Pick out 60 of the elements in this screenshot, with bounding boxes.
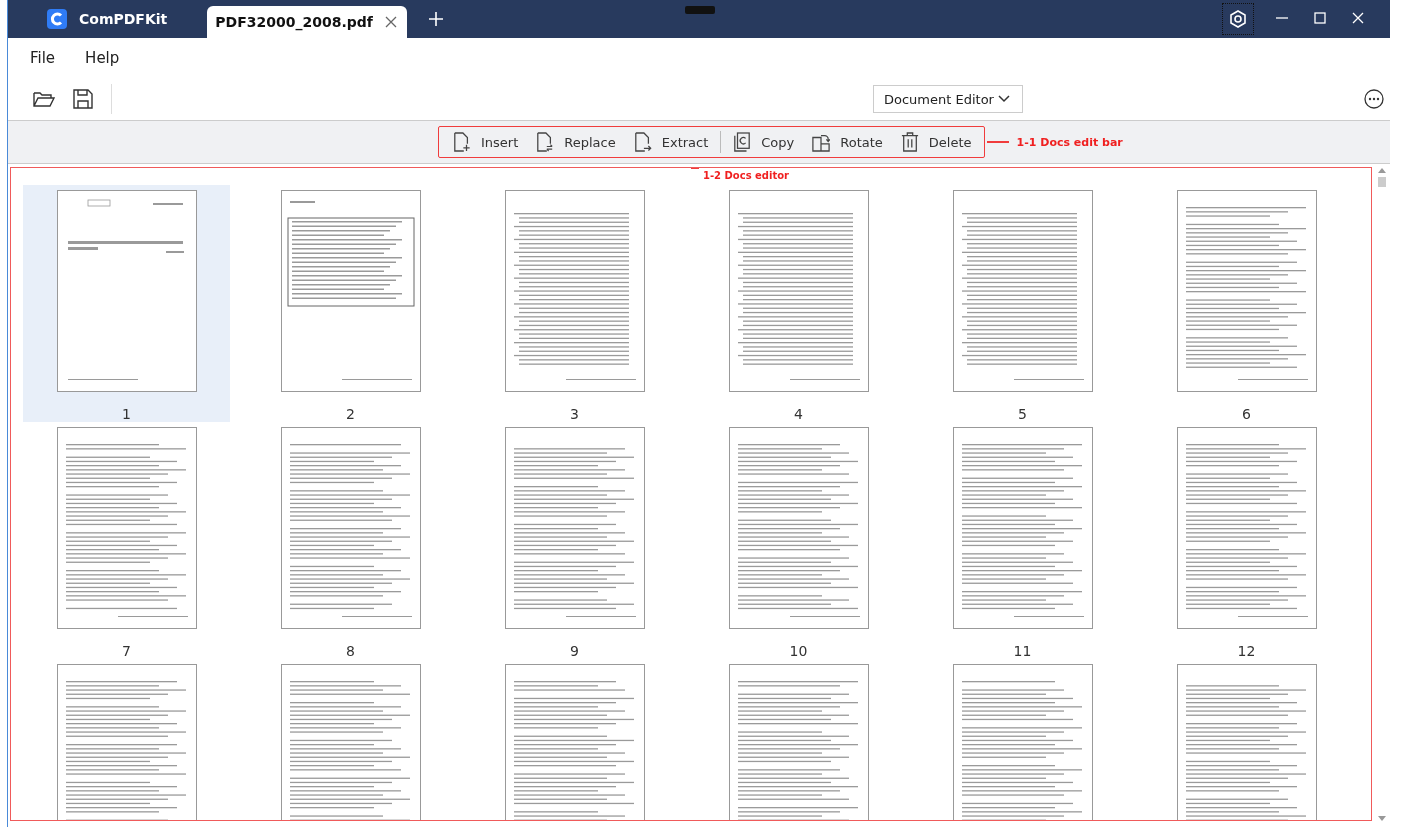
- page-number: 2: [346, 406, 355, 422]
- app-tab[interactable]: ComPDFKit: [8, 0, 208, 38]
- trash-icon: [900, 132, 919, 152]
- page-number: 7: [122, 643, 131, 659]
- copy-icon: [733, 132, 752, 152]
- page-number: 3: [570, 406, 579, 422]
- open-folder-icon[interactable]: [33, 90, 55, 108]
- page-item[interactable]: 12: [1143, 422, 1350, 659]
- page-number: 4: [794, 406, 803, 422]
- chevron-icon: [998, 95, 1010, 103]
- page-item[interactable]: 2: [247, 185, 454, 422]
- page-item[interactable]: 4: [695, 185, 902, 422]
- add-tab-icon[interactable]: [429, 12, 444, 26]
- more-icon[interactable]: [1364, 89, 1384, 109]
- page-item[interactable]: 1: [23, 185, 230, 422]
- scroll-down-icon[interactable]: [1378, 816, 1386, 821]
- menu-item[interactable]: Help: [85, 47, 120, 69]
- page-number: 5: [1018, 406, 1027, 422]
- settings-button[interactable]: [1222, 3, 1254, 35]
- page-number: 8: [346, 643, 355, 659]
- page-item[interactable]: 10: [695, 422, 902, 659]
- page-item[interactable]: 8: [247, 422, 454, 659]
- maximize-icon[interactable]: [1314, 12, 1326, 24]
- mode-dropdown[interactable]: Document Editor: [873, 85, 1023, 113]
- page-item[interactable]: 9: [471, 422, 678, 659]
- page-item[interactable]: 3: [471, 185, 678, 422]
- page-arrow-icon: [633, 132, 652, 152]
- drag-handle[interactable]: [685, 6, 715, 14]
- close-icon[interactable]: [385, 16, 398, 28]
- rotate-icon: [812, 132, 831, 152]
- page-item[interactable]: 5: [919, 185, 1126, 422]
- rotate-button[interactable]: Rotate: [806, 129, 889, 155]
- page-swap-icon: [536, 132, 555, 152]
- scroll-up-icon[interactable]: [1378, 168, 1386, 173]
- page-item[interactable]: 11: [919, 422, 1126, 659]
- page-number: 11: [1013, 643, 1032, 659]
- annotation-label: 1-1 Docs edit bar: [1016, 135, 1123, 149]
- scroll-thumb[interactable]: [1378, 177, 1386, 187]
- page-number: 6: [1242, 406, 1251, 422]
- app-name: ComPDFKit: [79, 11, 168, 27]
- settings-icon: [1228, 9, 1248, 29]
- leader-line: [986, 141, 1009, 143]
- menu-item[interactable]: File: [30, 47, 56, 69]
- delete-button[interactable]: Delete: [894, 129, 978, 155]
- leader-line: [691, 168, 699, 169]
- save-icon[interactable]: [73, 89, 93, 109]
- logo-icon: [47, 9, 67, 29]
- page-item[interactable]: 6: [1143, 185, 1350, 422]
- page-number: 9: [570, 643, 579, 659]
- insert-button[interactable]: Insert: [447, 129, 525, 155]
- page-number: 10: [789, 643, 808, 659]
- annotation-label: 1-2 Docs editor: [703, 170, 790, 181]
- page-plus-icon: [453, 132, 471, 152]
- document-tab[interactable]: PDF32000_2008.pdf: [207, 6, 408, 38]
- copy-button[interactable]: Copy: [727, 129, 801, 155]
- page-number: 12: [1237, 643, 1256, 659]
- page-number: 1: [122, 406, 131, 422]
- extract-button[interactable]: Extract: [627, 129, 715, 155]
- replace-button[interactable]: Replace: [530, 129, 622, 155]
- page-item[interactable]: 7: [23, 422, 230, 659]
